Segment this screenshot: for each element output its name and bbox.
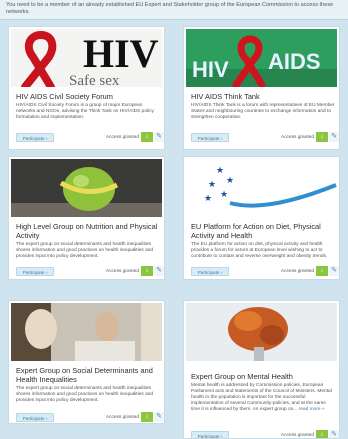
participate-button[interactable]: Participate ›	[191, 267, 229, 276]
card-title: Expert Group on Social Determinants and …	[16, 366, 153, 384]
autumn-tree-head-image	[186, 303, 337, 361]
read-more-link[interactable]: read more »	[299, 407, 325, 412]
card-eu-platform-diet: ★ ★ ★ ★ ★ EU Platform for Action on Diet…	[183, 156, 340, 280]
svg-text:HIV: HIV	[192, 57, 229, 82]
svg-text:Safe sex: Safe sex	[69, 73, 120, 87]
access-status: Access granted	[280, 135, 314, 140]
participate-button[interactable]: Participate ›	[16, 133, 54, 142]
download-icon[interactable]: ↓	[316, 266, 328, 276]
card-description: HIV/AIDS Civil Society Forum is a group …	[16, 103, 154, 120]
pencil-icon[interactable]: ✎	[154, 132, 164, 142]
svg-text:★: ★	[204, 193, 212, 203]
svg-text:★: ★	[226, 175, 234, 185]
card-description: The expert group on social determinants …	[16, 386, 154, 403]
card-title: Expert Group on Mental Health	[191, 372, 293, 381]
pencil-icon[interactable]: ✎	[329, 132, 339, 142]
card-title: HIV AIDS Civil Society Forum	[16, 92, 113, 101]
card-description: HIV/AIDS Think Tank is a forum with repr…	[191, 103, 335, 120]
pencil-icon[interactable]: ✎	[329, 430, 339, 438]
card-expert-group-mental-health: Expert Group on Mental Health Mental hea…	[183, 300, 340, 439]
access-status: Access granted	[105, 135, 139, 140]
card-expert-group-social-determinants: Expert Group on Social Determinants and …	[8, 300, 165, 424]
card-description: The EU platform for action on diet, phys…	[191, 242, 328, 259]
svg-text:★: ★	[216, 165, 224, 175]
download-icon[interactable]: ↓	[141, 132, 153, 142]
participate-button[interactable]: Participate ›	[191, 431, 229, 438]
card-title: High Level Group on Nutrition and Physic…	[16, 222, 158, 240]
download-icon[interactable]: ↓	[316, 430, 328, 438]
svg-text:HIV: HIV	[83, 31, 159, 76]
card-hiv-aids-think-tank: HIV AIDS HIV AIDS Think Tank HIV/AIDS Th…	[183, 26, 340, 150]
participate-button[interactable]: Participate ›	[16, 413, 54, 422]
card-high-level-group-nutrition: High Level Group on Nutrition and Physic…	[8, 156, 165, 280]
svg-text:★: ★	[208, 179, 216, 189]
access-status: Access granted	[105, 269, 139, 274]
card-hiv-civil-society-forum: HIV Safe sex HIV AIDS Civil Society Foru…	[8, 26, 165, 150]
participate-button[interactable]: Participate ›	[191, 133, 229, 142]
access-status: Access granted	[280, 433, 314, 438]
download-icon[interactable]: ↓	[316, 132, 328, 142]
access-status: Access granted	[280, 269, 314, 274]
access-notice: You need to be a member of an already es…	[0, 0, 348, 20]
apple-measuring-tape-image	[11, 159, 162, 217]
svg-text:AIDS: AIDS	[268, 49, 321, 74]
access-status: Access granted	[105, 415, 139, 420]
hiv-safe-sex-image: HIV Safe sex	[11, 29, 162, 87]
pencil-icon[interactable]: ✎	[154, 412, 164, 422]
card-description: Mental health is addressed by Commission…	[191, 383, 335, 413]
pencil-icon[interactable]: ✎	[329, 266, 339, 276]
hiv-aids-ribbon-image: HIV AIDS	[186, 29, 337, 87]
card-description: The expert group on social determinants …	[16, 242, 154, 259]
card-title: EU Platform for Action on Diet, Physical…	[191, 222, 321, 240]
download-icon[interactable]: ↓	[141, 412, 153, 422]
svg-text:★: ★	[220, 189, 228, 199]
eu-stars-logo-image: ★ ★ ★ ★ ★	[186, 159, 337, 217]
card-title: HIV AIDS Think Tank	[191, 92, 260, 101]
people-group-image	[11, 303, 162, 361]
pencil-icon[interactable]: ✎	[154, 266, 164, 276]
download-icon[interactable]: ↓	[141, 266, 153, 276]
participate-button[interactable]: Participate ›	[16, 267, 54, 276]
